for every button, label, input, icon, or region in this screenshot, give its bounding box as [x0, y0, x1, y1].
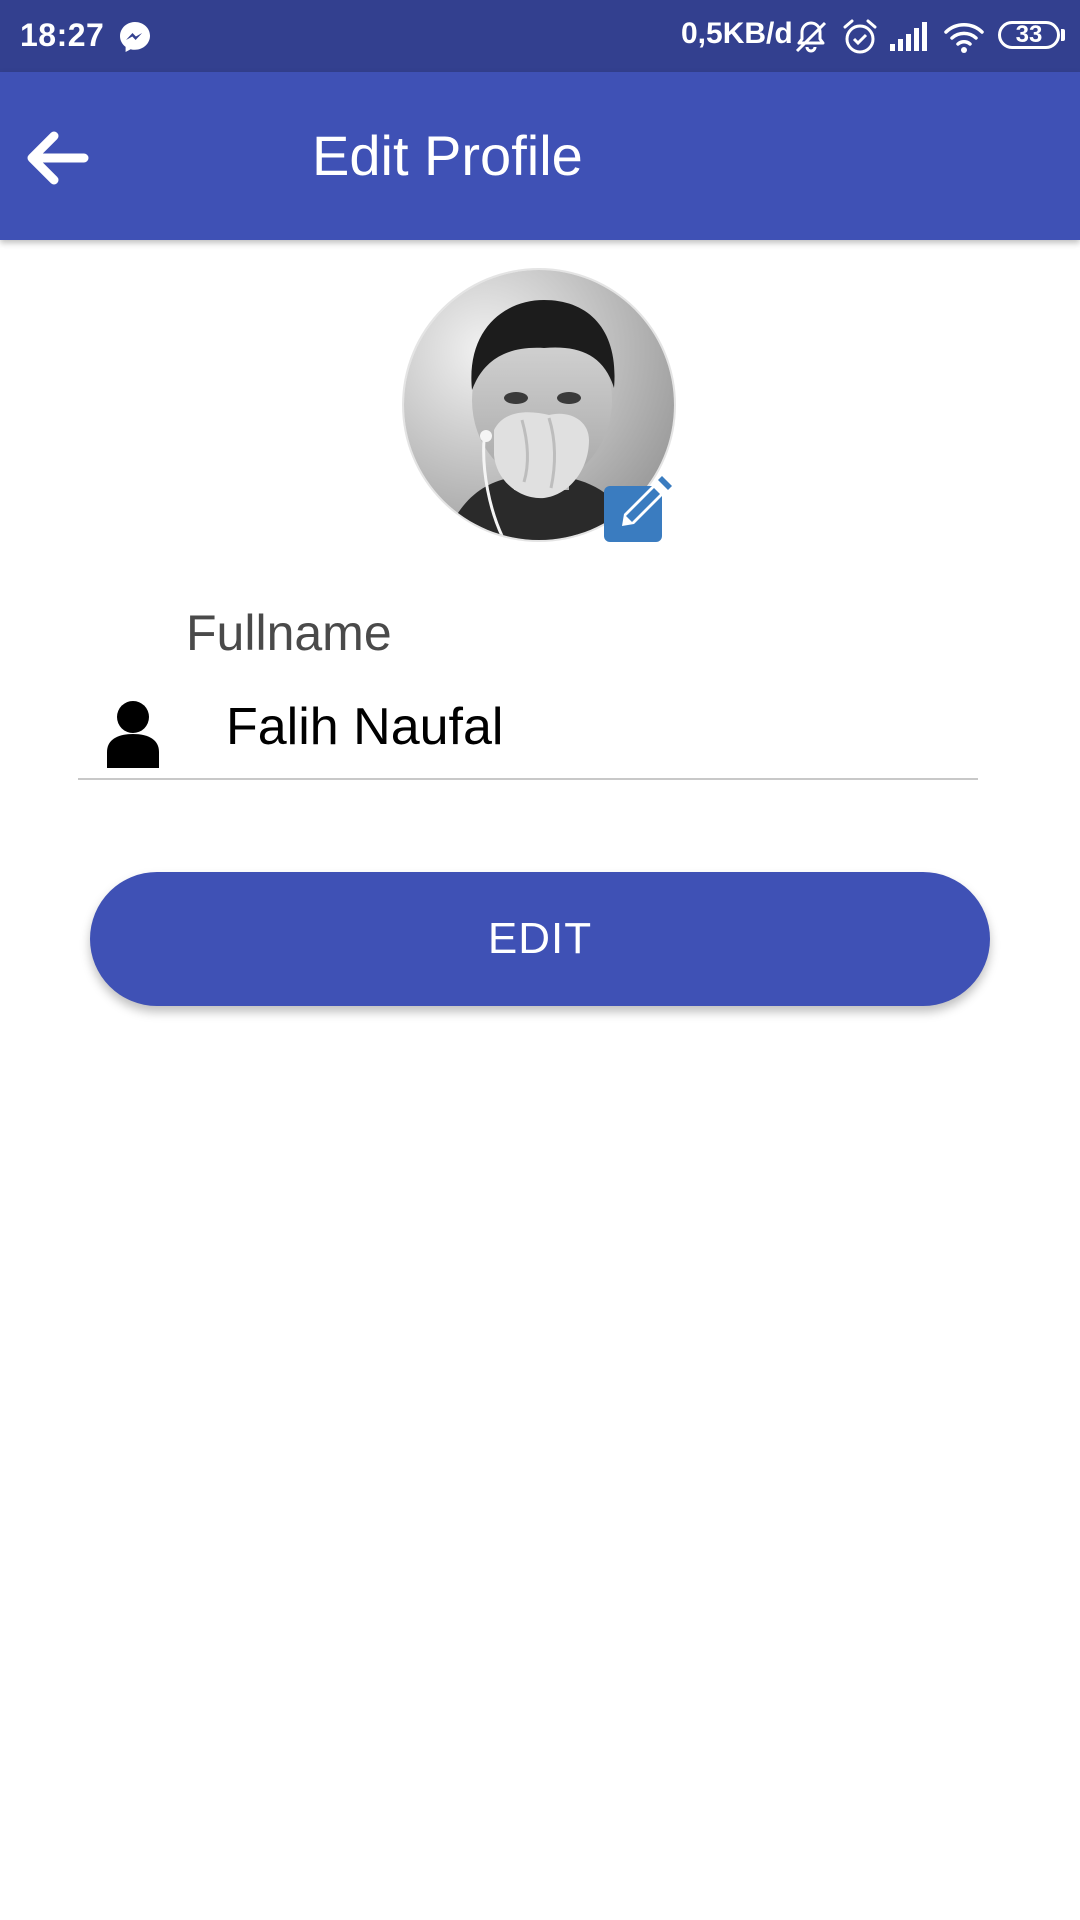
back-button[interactable] [18, 118, 98, 198]
person-icon [107, 701, 159, 768]
arrow-left-icon [27, 131, 89, 185]
edit-photo-button[interactable] [600, 470, 676, 546]
app-bar: Edit Profile [0, 72, 1080, 240]
battery-icon: 33 [998, 21, 1060, 49]
status-bar: 18:27 0,5KB/d 33 [0, 0, 1080, 72]
fullname-label: Fullname [186, 605, 392, 661]
input-underline [78, 778, 978, 780]
battery-level: 33 [1015, 21, 1043, 48]
battery-nub [1061, 29, 1065, 41]
messenger-icon [120, 22, 150, 52]
network-speed: 0,5KB/d [681, 17, 793, 50]
avatar-container [404, 270, 674, 542]
alarm-icon [843, 19, 877, 54]
status-time: 18:27 [20, 17, 105, 53]
pencil-square-icon [604, 476, 672, 542]
fullname-input[interactable] [226, 692, 966, 762]
page-title: Edit Profile [312, 124, 583, 187]
edit-button[interactable]: EDIT [90, 872, 990, 1006]
signal-icon [890, 22, 927, 51]
mute-icon [795, 21, 827, 53]
wifi-icon [944, 23, 984, 53]
